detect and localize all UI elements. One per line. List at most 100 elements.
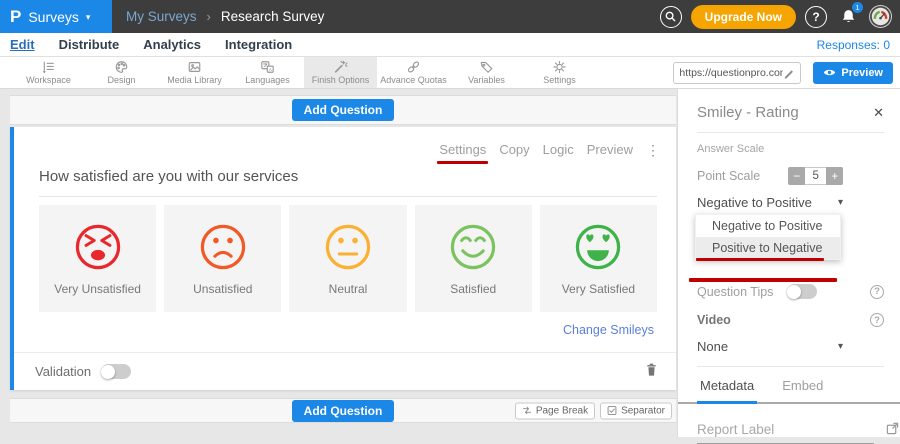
upgrade-now-button[interactable]: Upgrade Now [691, 5, 796, 29]
nav-tab-distribute[interactable]: Distribute [59, 37, 120, 52]
finish-options-icon [333, 60, 348, 74]
advance-quotas-icon [406, 60, 421, 74]
trash-icon [645, 362, 658, 377]
close-panel-button[interactable]: ✕ [873, 105, 884, 121]
page-break-button[interactable]: Page Break [515, 402, 595, 419]
page-break-icon [522, 406, 532, 416]
video-select[interactable]: None ▾ [697, 339, 843, 354]
tab-metadata[interactable]: Metadata [697, 371, 757, 404]
survey-url-input[interactable] [679, 67, 783, 79]
notifications-button[interactable]: 1 [836, 5, 860, 29]
breadcrumb-my-surveys[interactable]: My Surveys [126, 9, 197, 24]
add-question-strip-bottom: Add Question Page Break Separator [10, 398, 676, 423]
divider [697, 366, 884, 367]
nav-tab-integration[interactable]: Integration [225, 37, 292, 52]
breadcrumb-current-survey: Research Survey [221, 9, 325, 24]
header-actions: Upgrade Now ? 1 [660, 5, 900, 29]
panel-title: Smiley - Rating [697, 104, 799, 121]
scale-direction-menu: Negative to Positive Positive to Negativ… [695, 214, 841, 260]
toolbar-media-library[interactable]: Media Library [158, 57, 231, 88]
video-row: Video ? [697, 313, 884, 327]
notification-badge: 1 [852, 2, 863, 13]
delete-question-button[interactable] [645, 362, 658, 382]
help-button[interactable]: ? [805, 6, 827, 28]
languages-icon: A [260, 60, 275, 74]
question-card: Settings Copy Logic Preview ⋮ How satisf… [10, 127, 676, 390]
add-question-button-bottom[interactable]: Add Question [292, 400, 395, 422]
point-scale-plus-button[interactable]: + [826, 167, 843, 185]
answer-scale-label: Answer Scale [697, 143, 884, 155]
surveys-menu-label: Surveys [28, 9, 79, 25]
edit-toolbar: Workspace Design Media Library A Languag… [0, 57, 900, 89]
question-tab-logic[interactable]: Logic [543, 142, 574, 157]
smiley-option-very-satisfied[interactable]: Very Satisfied [540, 205, 657, 312]
smiley-option-satisfied[interactable]: Satisfied [415, 205, 532, 312]
toolbar-settings[interactable]: Settings [523, 57, 596, 88]
question-tips-label: Question Tips [697, 285, 779, 299]
question-tab-preview[interactable]: Preview [587, 142, 633, 157]
option-negative-to-positive[interactable]: Negative to Positive [696, 215, 840, 237]
smiley-option-very-unsatisfied[interactable]: Very Unsatisfied [39, 205, 156, 312]
close-icon: ✕ [873, 105, 884, 120]
toolbar-design[interactable]: Design [85, 57, 158, 88]
question-tips-help-icon[interactable]: ? [870, 285, 884, 299]
gauge-icon [871, 7, 890, 26]
smiley-option-unsatisfied[interactable]: Unsatisfied [164, 205, 281, 312]
question-tips-toggle[interactable] [787, 284, 817, 299]
surveys-menu[interactable]: P Surveys ▾ [0, 0, 112, 33]
chevron-down-icon: ▾ [838, 341, 843, 352]
question-tab-settings[interactable]: Settings [439, 142, 486, 157]
point-scale-stepper: − + [788, 167, 843, 185]
neutral-smiley-icon [322, 221, 374, 273]
panel-header: Smiley - Rating ✕ [697, 89, 884, 133]
point-scale-value[interactable] [805, 167, 826, 185]
chevron-down-icon: ▾ [86, 12, 91, 23]
nav-tab-edit[interactable]: Edit [10, 37, 35, 52]
scale-direction-select[interactable]: Negative to Positive ▾ [697, 195, 843, 210]
survey-url-box[interactable] [673, 62, 801, 84]
external-link-icon [886, 422, 899, 435]
scale-direction-value: Negative to Positive [697, 195, 812, 210]
video-help-icon[interactable]: ? [870, 313, 884, 327]
separator-button[interactable]: Separator [600, 402, 672, 419]
point-scale-minus-button[interactable]: − [788, 167, 805, 185]
questionpro-survey-editor: P Surveys ▾ My Surveys › Research Survey… [0, 0, 900, 437]
add-question-strip-top: Add Question [10, 95, 676, 125]
question-tab-copy[interactable]: Copy [499, 142, 529, 157]
edit-pencil-icon[interactable] [783, 67, 795, 79]
tab-embed[interactable]: Embed [779, 371, 826, 402]
toolbar-languages[interactable]: A Languages [231, 57, 304, 88]
smiley-option-neutral[interactable]: Neutral [289, 205, 406, 312]
toolbar-finish-options[interactable]: Finish Options [304, 57, 377, 88]
strip-right-buttons: Page Break Separator [515, 402, 672, 419]
nav-tab-analytics[interactable]: Analytics [143, 37, 201, 52]
point-scale-row: Point Scale − + [697, 167, 884, 185]
toolbar-variables[interactable]: Variables [450, 57, 523, 88]
satisfied-smiley-icon [447, 221, 499, 273]
option-positive-to-negative[interactable]: Positive to Negative [696, 237, 840, 259]
change-smileys-link[interactable]: Change Smileys [563, 323, 654, 337]
avatar[interactable] [869, 5, 892, 28]
responses-count[interactable]: Responses: 0 [817, 38, 890, 52]
kebab-menu-icon[interactable]: ⋮ [646, 143, 660, 157]
question-mark-icon: ? [812, 10, 819, 24]
search-button[interactable] [660, 6, 682, 28]
toolbar-workspace[interactable]: Workspace [12, 57, 85, 88]
expand-report-label-button[interactable] [886, 422, 899, 440]
design-icon [114, 60, 129, 74]
smiley-scale: Very Unsatisfied Unsatisfied [39, 205, 657, 312]
toolbar-right: Preview [673, 57, 900, 88]
report-label-input[interactable] [697, 422, 874, 444]
very-unsatisfied-smiley-icon [72, 221, 124, 273]
settings-icon [552, 60, 567, 74]
variables-icon [479, 60, 494, 74]
video-select-value: None [697, 339, 728, 354]
validation-toggle[interactable] [101, 364, 131, 379]
metadata-embed-tabs: Metadata Embed [678, 371, 900, 404]
survey-nav: Edit Distribute Analytics Integration Re… [0, 33, 900, 57]
question-title[interactable]: How satisfied are you with our services [39, 168, 657, 197]
toolbar-advance-quotas[interactable]: Advance Quotas [377, 57, 450, 88]
add-question-button-top[interactable]: Add Question [292, 99, 395, 121]
search-icon [665, 11, 676, 22]
preview-button[interactable]: Preview [813, 62, 893, 84]
